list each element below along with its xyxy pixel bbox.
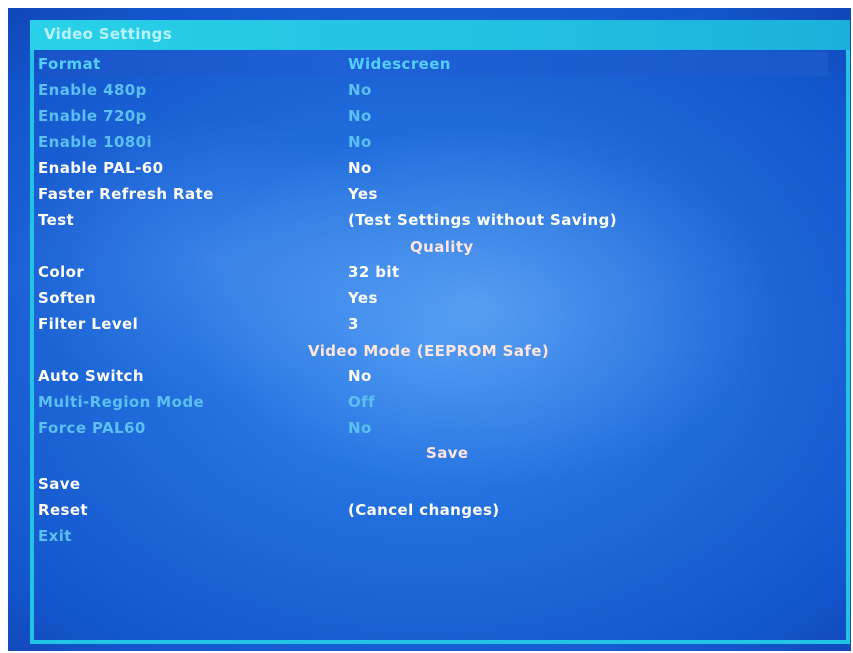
setting-row-test[interactable]: Test (Test Settings without Saving) bbox=[38, 208, 828, 232]
action-label: Save bbox=[38, 475, 81, 493]
settings-screen: Video Settings Format Widescreen Enable … bbox=[8, 8, 851, 651]
setting-row-soften[interactable]: Soften Yes bbox=[38, 286, 828, 310]
setting-value: No bbox=[348, 159, 372, 177]
setting-row-enable-720p[interactable]: Enable 720p No bbox=[38, 104, 828, 128]
setting-value: Widescreen bbox=[348, 55, 451, 73]
window-title: Video Settings bbox=[44, 25, 172, 43]
section-header-save: Save bbox=[426, 444, 469, 462]
setting-row-auto-switch[interactable]: Auto Switch No bbox=[38, 364, 828, 388]
setting-label: Color bbox=[38, 263, 85, 281]
setting-value: 32 bit bbox=[348, 263, 400, 281]
setting-row-multi-region-mode[interactable]: Multi-Region Mode Off bbox=[38, 390, 828, 414]
setting-value: Yes bbox=[348, 185, 378, 203]
setting-row-faster-refresh-rate[interactable]: Faster Refresh Rate Yes bbox=[38, 182, 828, 206]
save-button[interactable]: Save bbox=[38, 472, 828, 496]
setting-label: Filter Level bbox=[38, 315, 139, 333]
setting-label: Multi-Region Mode bbox=[38, 393, 205, 411]
setting-value: No bbox=[348, 367, 372, 385]
setting-row-force-pal60[interactable]: Force PAL60 No bbox=[38, 416, 828, 440]
action-label: Exit bbox=[38, 527, 72, 545]
section-header-quality: Quality bbox=[410, 238, 474, 256]
setting-row-enable-480p[interactable]: Enable 480p No bbox=[38, 78, 828, 102]
setting-label: Soften bbox=[38, 289, 97, 307]
setting-label: Format bbox=[38, 55, 101, 73]
setting-label: Enable 1080i bbox=[38, 133, 153, 151]
exit-button[interactable]: Exit bbox=[38, 524, 828, 548]
setting-label: Auto Switch bbox=[38, 367, 144, 385]
title-bar: Video Settings bbox=[30, 20, 850, 50]
action-label: Reset bbox=[38, 501, 88, 519]
setting-label: Force PAL60 bbox=[38, 419, 146, 437]
setting-value: Off bbox=[348, 393, 376, 411]
setting-value: No bbox=[348, 419, 372, 437]
action-value: (Cancel changes) bbox=[348, 501, 500, 519]
setting-label: Enable 480p bbox=[38, 81, 147, 99]
setting-value: No bbox=[348, 81, 372, 99]
setting-row-enable-1080i[interactable]: Enable 1080i No bbox=[38, 130, 828, 154]
setting-row-format[interactable]: Format Widescreen bbox=[38, 52, 828, 76]
setting-value: 3 bbox=[348, 315, 359, 333]
setting-value: No bbox=[348, 133, 372, 151]
setting-value: No bbox=[348, 107, 372, 125]
setting-value: Yes bbox=[348, 289, 378, 307]
reset-button[interactable]: Reset (Cancel changes) bbox=[38, 498, 828, 522]
setting-row-filter-level[interactable]: Filter Level 3 bbox=[38, 312, 828, 336]
setting-value: (Test Settings without Saving) bbox=[348, 211, 617, 229]
section-header-video-mode: Video Mode (EEPROM Safe) bbox=[308, 342, 550, 360]
setting-label: Faster Refresh Rate bbox=[38, 185, 214, 203]
setting-label: Enable 720p bbox=[38, 107, 147, 125]
setting-row-enable-pal60[interactable]: Enable PAL-60 No bbox=[38, 156, 828, 180]
setting-row-color[interactable]: Color 32 bit bbox=[38, 260, 828, 284]
setting-label: Enable PAL-60 bbox=[38, 159, 164, 177]
setting-label: Test bbox=[38, 211, 75, 229]
